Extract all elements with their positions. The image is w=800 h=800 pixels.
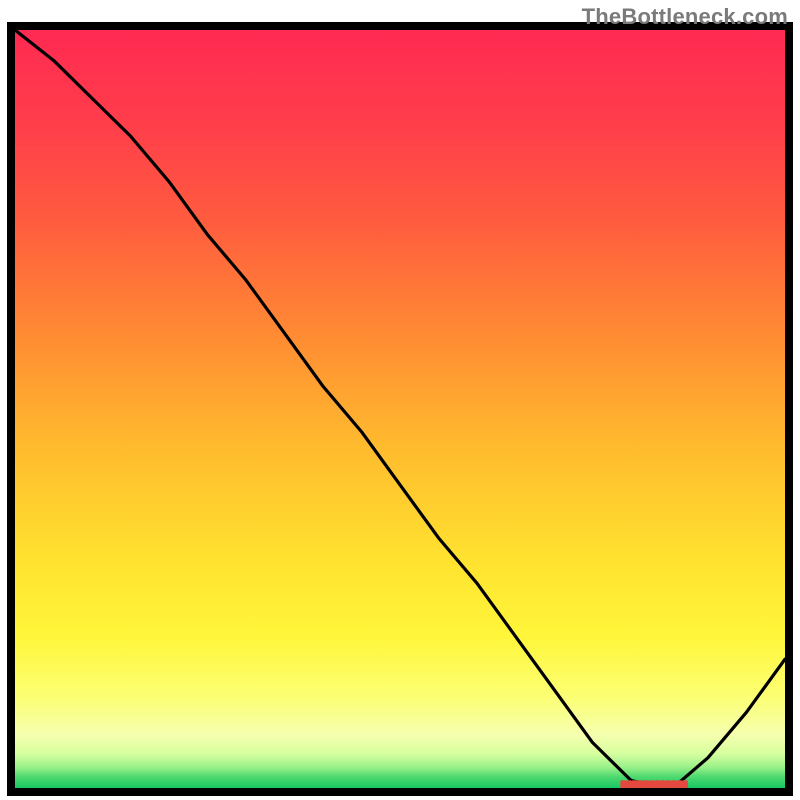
heatmap-background (15, 30, 785, 788)
chart-container: TheBottleneck.com (0, 0, 800, 800)
optimal-marker (643, 780, 649, 788)
optimal-marker (682, 780, 688, 788)
optimal-marker (648, 780, 654, 788)
optimal-marker (671, 780, 677, 788)
optimal-marker (660, 780, 666, 788)
optimal-marker (632, 780, 638, 788)
watermark-label: TheBottleneck.com (582, 4, 788, 30)
optimal-marker (626, 780, 632, 788)
optimal-marker (620, 780, 626, 788)
optimal-marker (637, 780, 643, 788)
optimal-marker (665, 780, 671, 788)
optimal-marker (654, 780, 660, 788)
bottleneck-chart (0, 0, 800, 800)
optimal-marker (676, 780, 682, 788)
